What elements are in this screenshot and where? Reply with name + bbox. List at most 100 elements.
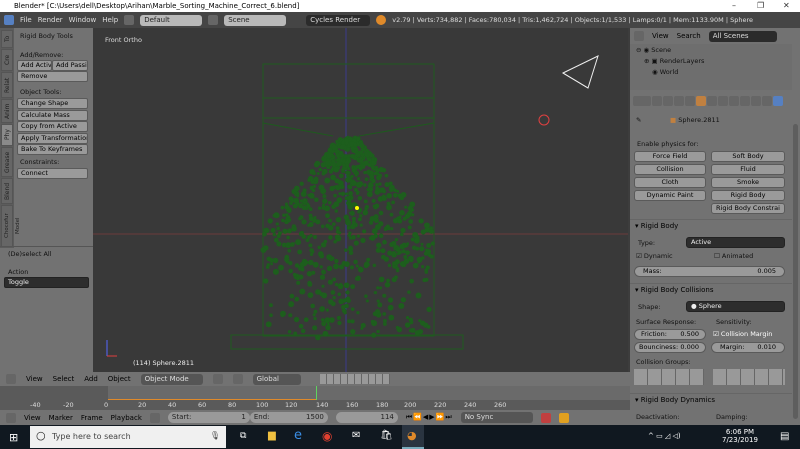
- clock[interactable]: 6:06 PM 7/23/2019: [722, 428, 758, 444]
- end-frame-field[interactable]: End: 1500: [249, 412, 328, 423]
- collision-button[interactable]: Collision: [634, 164, 706, 175]
- action-select[interactable]: Toggle: [4, 277, 89, 288]
- info-editor-icon[interactable]: [4, 15, 14, 25]
- microphone-icon[interactable]: 🎙: [210, 431, 220, 440]
- menu-marker[interactable]: Marker: [49, 414, 73, 422]
- add-active-button[interactable]: Add Activ: [17, 60, 52, 71]
- collision-margin-checkbox[interactable]: ☑ Collision Margin: [713, 330, 772, 338]
- editor-type-icon[interactable]: [634, 31, 644, 41]
- collision-groups-right[interactable]: [713, 369, 785, 385]
- soft-body-button[interactable]: Soft Body: [711, 151, 785, 162]
- tab-animation[interactable]: Anim: [1, 99, 13, 123]
- world-tab-icon[interactable]: [685, 96, 695, 106]
- collision-groups-left[interactable]: [634, 369, 704, 385]
- outliner-search-menu[interactable]: Search: [677, 32, 701, 40]
- record-icon[interactable]: [540, 412, 551, 423]
- scene-tab-icon[interactable]: [674, 96, 684, 106]
- operator-panel-title[interactable]: (De)select All: [8, 250, 52, 258]
- file-explorer-icon[interactable]: ▆: [268, 430, 276, 441]
- start-frame-field[interactable]: Start: 1: [167, 412, 250, 423]
- menu-add[interactable]: Add: [84, 375, 98, 383]
- blender-taskbar-icon[interactable]: ◕: [402, 425, 424, 449]
- minimize-button[interactable]: –: [732, 1, 736, 10]
- mass-field[interactable]: Mass: 0.005: [634, 266, 785, 277]
- constraints-tab-icon[interactable]: [707, 96, 717, 106]
- menu-file[interactable]: File: [20, 16, 32, 24]
- tab-create[interactable]: Cre: [1, 49, 13, 71]
- menu-playback[interactable]: Playback: [111, 414, 142, 422]
- rigid-body-panel-header[interactable]: ▾ Rigid Body: [630, 219, 792, 231]
- task-view-icon[interactable]: ⧉: [240, 431, 246, 441]
- tab-chocofur[interactable]: Chocofur Model: [1, 205, 21, 247]
- connect-button[interactable]: Connect: [17, 168, 88, 179]
- tab-blend[interactable]: Blend: [1, 178, 13, 204]
- display-mode-select[interactable]: All Scenes: [708, 30, 777, 42]
- margin-field[interactable]: Margin: 0.010: [711, 342, 785, 353]
- sync-select[interactable]: No Sync: [460, 412, 533, 423]
- render-engine-select[interactable]: Cycles Render: [306, 14, 371, 26]
- rigid-body-tools-title[interactable]: Rigid Body Tools: [20, 32, 73, 40]
- rigid-body-button[interactable]: Rigid Body: [711, 190, 785, 201]
- friction-field[interactable]: Friction: 0.500: [634, 329, 706, 340]
- shape-select[interactable]: ● Sphere: [686, 301, 785, 312]
- editor-type-icon[interactable]: [6, 412, 16, 423]
- force-field-button[interactable]: Force Field: [634, 151, 706, 162]
- object-tab-icon[interactable]: [696, 96, 706, 106]
- material-tab-icon[interactable]: [740, 96, 750, 106]
- data-tab-icon[interactable]: [729, 96, 739, 106]
- texture-tab-icon[interactable]: [751, 96, 761, 106]
- shading-icon[interactable]: [212, 374, 223, 384]
- particles-tab-icon[interactable]: [762, 96, 772, 106]
- keying-icon[interactable]: [558, 412, 569, 423]
- animated-checkbox[interactable]: ☐ Animated: [714, 252, 753, 260]
- modifiers-tab-icon[interactable]: [718, 96, 728, 106]
- orientation-select[interactable]: Global: [252, 373, 301, 385]
- type-select[interactable]: Active: [686, 237, 785, 248]
- preview-range-icon[interactable]: [149, 412, 160, 423]
- render-tab-icon[interactable]: [652, 96, 662, 106]
- tab-relations[interactable]: Relat: [1, 72, 13, 98]
- menu-help[interactable]: Help: [102, 16, 118, 24]
- bake-to-keyframes-button[interactable]: Bake To Keyframes: [17, 144, 88, 155]
- cloth-button[interactable]: Cloth: [634, 177, 706, 188]
- chrome-icon[interactable]: ◉: [322, 429, 332, 443]
- dynamic-paint-button[interactable]: Dynamic Paint: [634, 190, 706, 201]
- layout-field[interactable]: Default: [140, 14, 203, 26]
- pin-icon[interactable]: ✎: [636, 116, 641, 124]
- menu-frame[interactable]: Frame: [81, 414, 103, 422]
- mode-select[interactable]: Object Mode: [140, 373, 203, 385]
- edge-icon[interactable]: e: [294, 428, 302, 443]
- collisions-panel-header[interactable]: ▾ Rigid Body Collisions: [630, 283, 792, 295]
- properties-scrollbar[interactable]: [793, 124, 798, 419]
- menu-render[interactable]: Render: [38, 16, 63, 24]
- editor-type-icon[interactable]: [6, 374, 16, 384]
- render-layers-tab-icon[interactable]: [663, 96, 673, 106]
- fluid-button[interactable]: Fluid: [711, 164, 785, 175]
- physics-tab-icon[interactable]: [773, 96, 783, 106]
- timeline[interactable]: -40 -20 0 20 40 60 80 100 120 140 160 18…: [0, 386, 630, 410]
- change-shape-button[interactable]: Change Shape: [17, 98, 88, 109]
- close-button[interactable]: ✕: [783, 1, 790, 10]
- tab-tools[interactable]: To: [1, 30, 13, 48]
- scene-field[interactable]: Scene: [224, 14, 287, 26]
- mail-icon[interactable]: ✉: [352, 430, 360, 441]
- outliner-item-scene[interactable]: ⊖ ◉ Scene: [636, 46, 671, 54]
- add-passive-button[interactable]: Add Passiv: [52, 60, 88, 71]
- 3d-viewport[interactable]: Front Ortho (114) Sphere.2811: [93, 28, 628, 372]
- calculate-mass-button[interactable]: Calculate Mass: [17, 110, 88, 121]
- store-icon[interactable]: 🛍: [380, 430, 393, 441]
- menu-object[interactable]: Object: [108, 375, 131, 383]
- current-frame-field[interactable]: 114: [335, 412, 398, 423]
- tray-icons[interactable]: ^ ▭ ◿ ◁): [648, 432, 681, 440]
- menu-view[interactable]: View: [26, 375, 43, 383]
- outliner-item-world[interactable]: ◉ World: [652, 68, 678, 76]
- menu-window[interactable]: Window: [69, 16, 97, 24]
- tab-physics[interactable]: Phy: [1, 124, 13, 146]
- copy-from-active-button[interactable]: Copy from Active: [17, 121, 88, 132]
- apply-transformation-button[interactable]: Apply Transformation: [17, 133, 88, 144]
- editor-type-icon[interactable]: [633, 96, 651, 106]
- outliner-item-renderlayers[interactable]: ⊕ ▣ RenderLayers: [644, 57, 704, 65]
- dynamics-panel-header[interactable]: ▾ Rigid Body Dynamics: [630, 393, 792, 405]
- outliner-view-menu[interactable]: View: [652, 32, 669, 40]
- windows-start-icon[interactable]: ⊞: [9, 431, 18, 444]
